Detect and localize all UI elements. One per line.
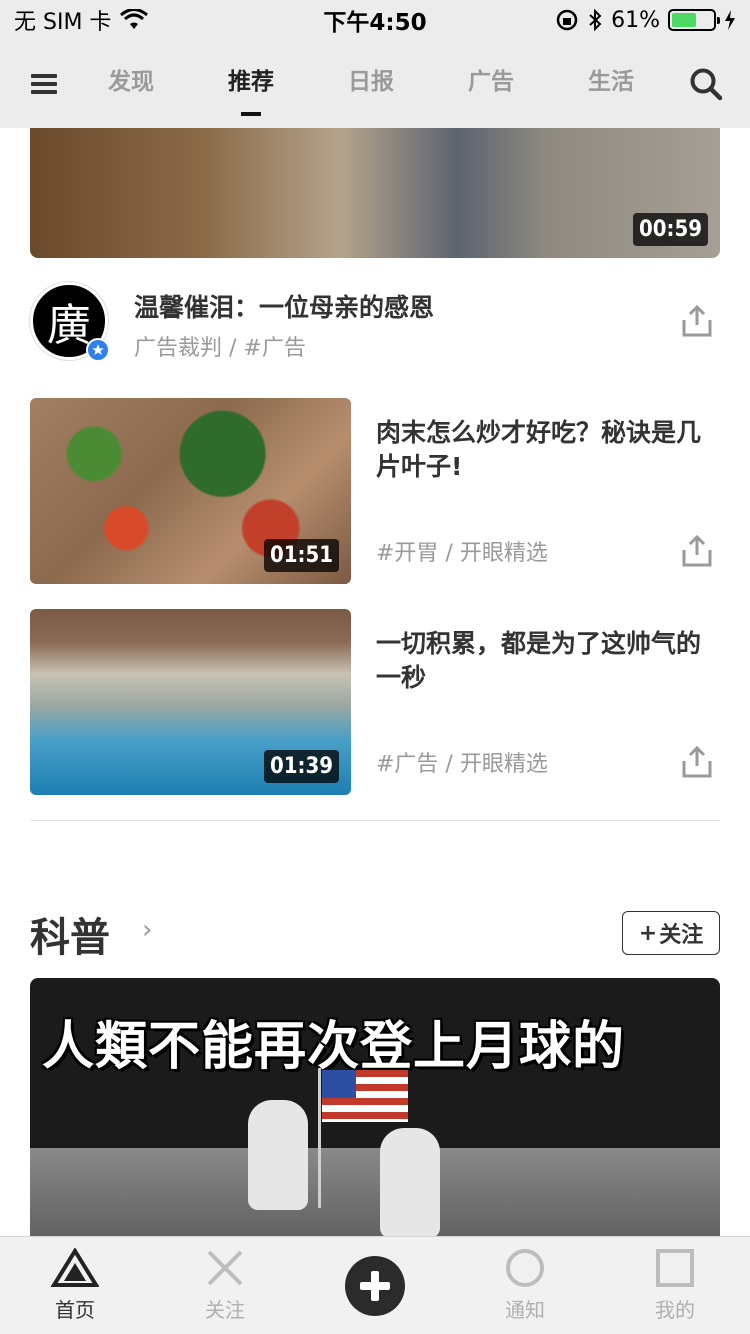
tab-recommend[interactable]: 推荐 [228,40,274,128]
video-meta: 广告裁判 / #广告 [134,336,306,361]
carrier-label: 无 SIM 卡 [14,10,112,35]
divider [30,820,720,821]
close-icon [207,1250,243,1286]
verified-badge-icon [86,338,110,362]
menu-icon [31,74,57,94]
video-caption: 人類不能再次登上月球的 [42,1017,626,1077]
video-meta: #开胃 / 开眼精选 [376,541,548,566]
avatar-glyph: 廣 [47,300,91,351]
tab-home[interactable]: 首页 [10,1237,140,1334]
search-button[interactable] [662,40,750,128]
status-right: 61% [555,8,736,33]
tab-label: 首页 [55,1298,95,1322]
flag-image [322,1070,408,1122]
section-header: 科普 › + 关注 [30,903,720,961]
section-title[interactable]: 科普 [30,905,110,963]
tab-ads[interactable]: 广告 [468,40,514,128]
tab-add[interactable] [310,1237,440,1334]
tab-daily[interactable]: 日报 [348,40,394,128]
tab-label: 通知 [505,1298,545,1322]
list-item[interactable]: 01:39 一切积累，都是为了这帅气的一秒 #广告 / 开眼精选 [30,609,720,795]
tab-life[interactable]: 生活 [588,40,634,128]
moon-surface [30,1148,720,1248]
battery-percent: 61% [611,7,660,33]
bluetooth-icon [589,8,602,32]
share-icon[interactable] [680,304,714,338]
battery-level [672,13,697,27]
follow-button[interactable]: + 关注 [622,911,720,955]
wifi-icon [120,9,149,29]
status-bar: 无 SIM 卡 下午4:50 61% [0,0,750,40]
video-thumbnail[interactable]: 01:39 [30,609,351,795]
video-thumbnail[interactable]: 01:51 [30,398,351,584]
tab-notifications[interactable]: 通知 [460,1237,590,1334]
video-thumbnail[interactable]: 人類不能再次登上月球的 [30,978,720,1248]
video-thumbnail[interactable]: 00:59 [30,128,720,258]
video-title[interactable]: 温馨催泪：一位母亲的感恩 [134,288,434,324]
video-meta: #广告 / 开眼精选 [376,752,548,777]
add-button[interactable] [345,1255,405,1316]
charging-icon [725,10,735,30]
astronaut-figure [248,1100,308,1210]
status-left: 无 SIM 卡 [14,4,149,36]
orientation-lock-icon [556,9,578,31]
tab-label: 我的 [655,1298,695,1322]
video-title[interactable]: 一切积累，都是为了这帅气的一秒 [376,627,720,695]
flag-pole [318,1068,321,1208]
share-icon[interactable] [680,745,714,779]
list-item[interactable]: 01:51 肉末怎么炒才好吃？秘诀是几片叶子! #开胃 / 开眼精选 [30,398,720,584]
chevron-right-icon[interactable]: › [142,915,152,945]
menu-button[interactable] [0,40,88,128]
follow-label: 关注 [659,923,704,948]
tab-bar: 首页 关注 通知 我的 [0,1236,750,1334]
video-duration: 01:51 [263,539,339,572]
search-icon [690,68,723,101]
video-card-info: 廣 温馨催泪：一位母亲的感恩 广告裁判 / #广告 [30,282,720,364]
tab-mine[interactable]: 我的 [610,1237,740,1334]
astronaut-figure [380,1128,440,1238]
tab-discover[interactable]: 发现 [108,40,154,128]
share-icon[interactable] [680,534,714,568]
video-duration: 00:59 [632,213,708,246]
plus-icon [360,1270,390,1301]
top-nav: 发现 推荐 日报 广告 生活 [0,40,750,128]
tab-follow[interactable]: 关注 [160,1237,290,1334]
tab-label: 关注 [205,1298,245,1322]
nav-tabs: 发现 推荐 日报 广告 生活 [88,40,662,128]
video-title[interactable]: 肉末怎么炒才好吃？秘诀是几片叶子! [376,416,720,484]
square-icon [656,1249,694,1287]
plus-icon: + [638,920,658,946]
video-duration: 01:39 [263,750,339,783]
home-icon [51,1248,99,1287]
circle-icon [506,1249,544,1287]
battery-icon [668,9,720,31]
